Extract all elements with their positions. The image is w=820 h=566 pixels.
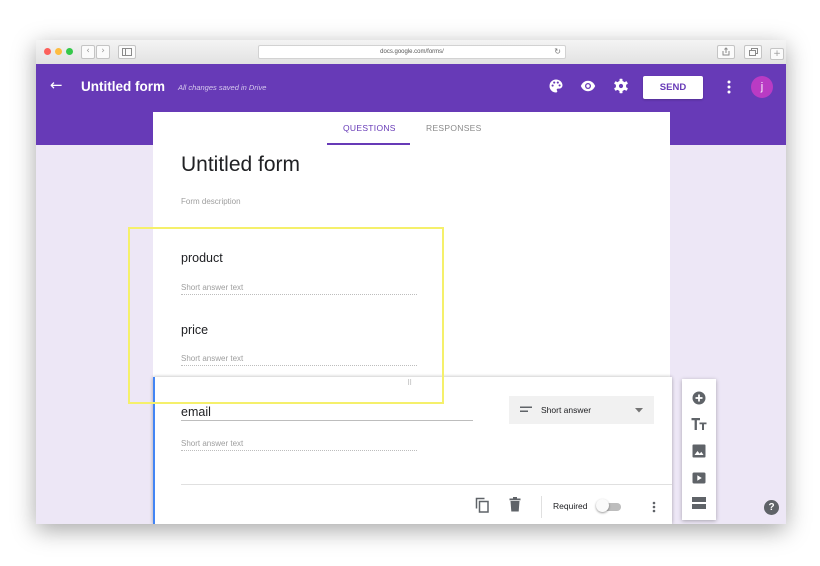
question-type-label: Short answer xyxy=(541,405,592,415)
required-label: Required xyxy=(553,501,588,511)
highlight-box xyxy=(128,227,444,404)
zoom-window-button[interactable] xyxy=(66,48,73,55)
share-button[interactable] xyxy=(717,45,735,59)
question-type-dropdown[interactable]: Short answer xyxy=(509,396,654,424)
tabs-overview-button[interactable] xyxy=(744,45,762,59)
browser-forward-button[interactable]: › xyxy=(96,45,110,59)
back-arrow-icon[interactable]: ← xyxy=(50,76,63,94)
more-options-icon[interactable] xyxy=(726,79,732,95)
tab-questions[interactable]: QUESTIONS xyxy=(343,123,396,133)
add-image-icon[interactable] xyxy=(691,443,707,459)
chevron-down-icon xyxy=(635,408,643,413)
duplicate-icon[interactable] xyxy=(475,497,489,513)
form-title[interactable]: Untitled form xyxy=(181,153,300,177)
delete-trash-icon[interactable] xyxy=(509,497,521,512)
url-text: docs.google.com/forms/ xyxy=(380,49,444,55)
minimize-window-button[interactable] xyxy=(55,48,62,55)
preview-eye-icon[interactable] xyxy=(580,79,596,93)
add-video-icon[interactable] xyxy=(691,470,707,486)
question-more-options-icon[interactable] xyxy=(652,501,656,513)
browser-back-button[interactable]: ‹ xyxy=(81,45,95,59)
share-icon xyxy=(722,47,730,56)
save-status: All changes saved in Drive xyxy=(178,83,267,92)
footer-vertical-divider xyxy=(541,496,542,518)
sidebar-icon xyxy=(122,48,132,56)
answer-placeholder-email: Short answer text xyxy=(181,439,417,451)
account-avatar[interactable]: j xyxy=(751,76,773,98)
short-answer-icon xyxy=(520,406,532,412)
form-tabs: QUESTIONS RESPONSES xyxy=(153,112,670,146)
card-footer-divider xyxy=(181,484,672,485)
question-title-email[interactable]: email xyxy=(181,405,473,421)
tab-responses[interactable]: RESPONSES xyxy=(426,123,482,133)
add-title-icon[interactable] xyxy=(691,417,707,431)
help-icon[interactable]: ? xyxy=(764,500,779,515)
tabs-icon xyxy=(748,48,758,56)
address-bar[interactable]: docs.google.com/forms/ ↻ xyxy=(258,45,566,59)
sidebar-toggle-button[interactable] xyxy=(118,45,136,59)
reload-icon[interactable]: ↻ xyxy=(554,46,561,58)
close-window-button[interactable] xyxy=(44,48,51,55)
form-description-field[interactable]: Form description xyxy=(181,197,241,206)
add-section-icon[interactable] xyxy=(691,496,707,510)
browser-window: ‹ › docs.google.com/forms/ ↻ + ← Untitle… xyxy=(36,40,786,524)
palette-icon[interactable] xyxy=(548,78,564,94)
question-toolbar xyxy=(682,379,716,520)
browser-toolbar: ‹ › docs.google.com/forms/ ↻ + xyxy=(36,40,786,65)
header-form-title[interactable]: Untitled form xyxy=(81,79,165,94)
add-question-icon[interactable] xyxy=(691,390,707,406)
required-toggle-thumb[interactable] xyxy=(596,499,609,512)
settings-gear-icon[interactable] xyxy=(613,78,629,94)
send-button[interactable]: SEND xyxy=(643,76,703,99)
new-tab-button[interactable]: + xyxy=(770,48,784,60)
